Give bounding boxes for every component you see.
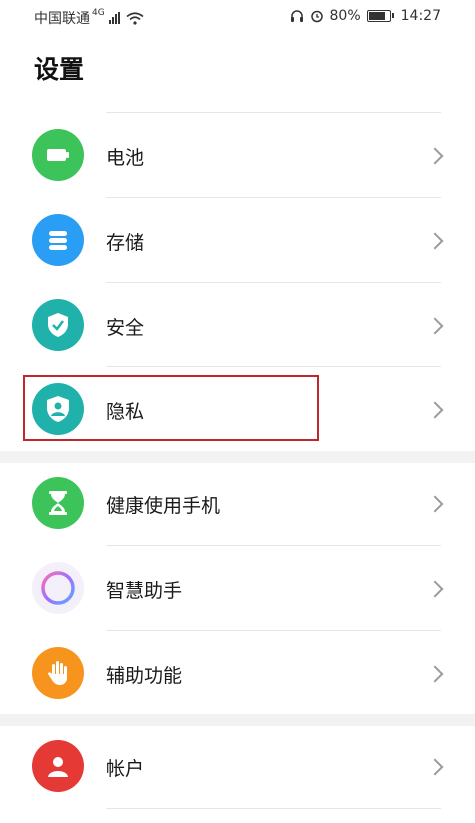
settings-item-security[interactable]: 安全 (0, 283, 475, 367)
shield-check-icon (32, 299, 84, 351)
settings-item-accessibility[interactable]: 辅助功能 (0, 631, 475, 715)
hand-icon (32, 647, 84, 699)
highlight-box (23, 375, 319, 441)
status-left: 中国联通 4G (34, 8, 144, 28)
page-title: 设置 (34, 55, 85, 84)
settings-item-label: 健康使用手机 (106, 495, 221, 517)
account-icon (32, 740, 84, 792)
section-separator (0, 714, 475, 726)
hourglass-icon (32, 477, 84, 529)
chevron-right-icon (426, 758, 444, 776)
carrier-name: 中国联通 (34, 11, 90, 27)
status-bar: 中国联通 4G 80% 14:27 (0, 0, 475, 34)
chevron-right-icon (426, 317, 444, 335)
assistant-ring-icon (32, 562, 84, 614)
battery-percent: 80% (329, 8, 361, 24)
settings-item-label: 帐户 (106, 758, 145, 780)
settings-item-label: 辅助功能 (106, 665, 183, 687)
settings-item-label: 电池 (106, 147, 145, 169)
battery-icon (32, 129, 84, 181)
battery-level-icon (366, 10, 394, 22)
alarm-icon (310, 10, 323, 23)
section-separator (0, 451, 475, 463)
chevron-right-icon (426, 580, 444, 598)
divider (106, 808, 441, 809)
headphones-icon (290, 10, 303, 22)
chevron-right-icon (426, 232, 444, 250)
wifi-icon (126, 11, 144, 25)
settings-item-digital-balance[interactable]: 健康使用手机 (0, 463, 475, 547)
settings-item-label: 安全 (106, 317, 145, 339)
settings-item-label: 存储 (106, 232, 145, 254)
storage-icon (32, 214, 84, 266)
settings-item-storage[interactable]: 存储 (0, 198, 475, 282)
status-right: 80% 14:27 (290, 8, 441, 24)
settings-item-battery[interactable]: 电池 (0, 113, 475, 197)
network-type: 4G (92, 8, 105, 18)
chevron-right-icon (426, 495, 444, 513)
settings-item-smart-assistant[interactable]: 智慧助手 (0, 546, 475, 630)
chevron-right-icon (426, 401, 444, 419)
settings-item-account[interactable]: 帐户 (0, 726, 475, 810)
chevron-right-icon (426, 147, 444, 165)
signal-icon (108, 12, 120, 24)
chevron-right-icon (426, 665, 444, 683)
clock: 14:27 (400, 8, 441, 24)
settings-item-label: 智慧助手 (106, 580, 183, 602)
